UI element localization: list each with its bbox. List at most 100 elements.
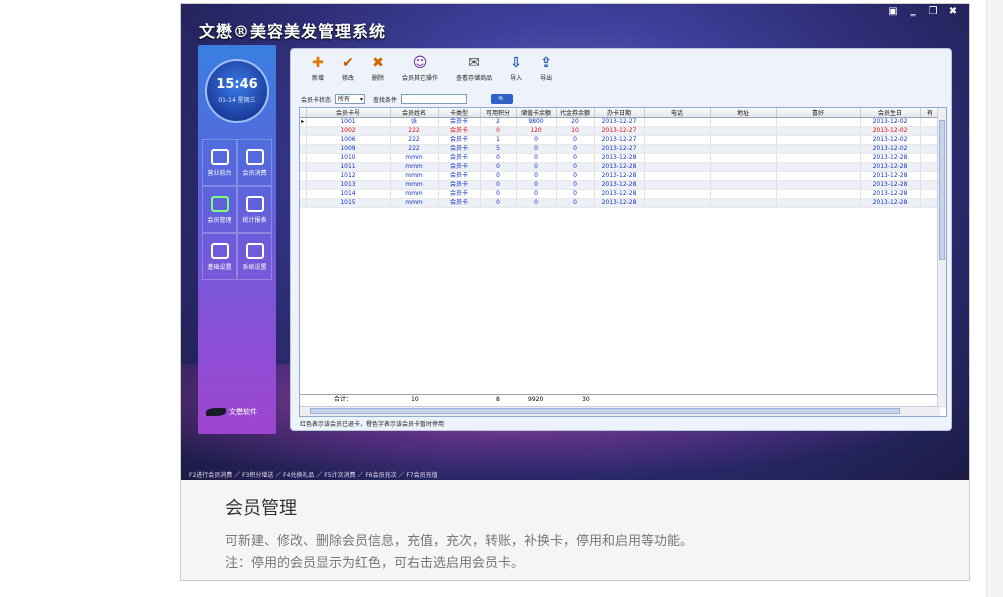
maximize-icon[interactable]: ❐ bbox=[923, 6, 943, 18]
table-row[interactable]: 1009 222 会员卡 5 0 0 2013-12-27 2013-12-02 bbox=[300, 144, 941, 154]
column-header[interactable]: 会员生日 bbox=[860, 108, 921, 118]
sidebar-item-label: 统计报表 bbox=[242, 216, 267, 224]
horizontal-scrollbar[interactable] bbox=[300, 406, 940, 416]
sidebar-item-label: 营业前台 bbox=[207, 169, 232, 177]
table-cell bbox=[710, 135, 777, 145]
column-header[interactable]: 储值卡余额 bbox=[516, 108, 557, 118]
toolbar-button[interactable]: ✉ 查看存储商品 bbox=[447, 55, 501, 82]
table-row[interactable]: 1010 mmm 会员卡 0 0 0 2013-12-28 2013-12-28 bbox=[300, 153, 941, 163]
table-cell: 2013-12-02 bbox=[860, 117, 921, 127]
table-row[interactable]: 1014 mmm 会员卡 0 0 0 2013-12-28 2013-12-28 bbox=[300, 189, 941, 199]
table-cell: 0 bbox=[516, 144, 557, 154]
toolbar-icon: ☺ bbox=[412, 55, 428, 71]
close-icon[interactable]: ✖ bbox=[943, 6, 963, 18]
table-cell: mmm bbox=[390, 171, 439, 181]
table-cell: 会员卡 bbox=[438, 180, 481, 190]
total-voucher: 30 bbox=[582, 396, 590, 403]
table-row[interactable]: 1015 mmm 会员卡 0 0 0 2013-12-28 2013-12-28 bbox=[300, 198, 941, 208]
horizontal-scroll-thumb[interactable] bbox=[310, 408, 900, 414]
toolbar-icon: ✖ bbox=[372, 55, 384, 71]
toolbar-icon: ✉ bbox=[468, 55, 480, 71]
table-cell bbox=[710, 189, 777, 199]
table-row[interactable]: 1012 mmm 会员卡 0 0 0 2013-12-28 2013-12-28 bbox=[300, 171, 941, 181]
sidebar-item-reports[interactable]: 统计报表 bbox=[237, 186, 272, 233]
member-panel: ✚ 新增 ✔ 修改 ✖ 删除 ☺ 会员其它操作 ✉ 查看存储商品 ⇩ 导入 ⇪ 导出 会员卡状态 所有 ▾… bbox=[290, 48, 952, 431]
table-row[interactable]: 1006 222 会员卡 1 0 0 2013-12-27 2013-12-02 bbox=[300, 135, 941, 145]
toolbar-button-label: 导出 bbox=[540, 75, 553, 82]
table-cell: 0 bbox=[556, 162, 595, 172]
column-header[interactable]: 可用积分 bbox=[480, 108, 517, 118]
table-cell: 0 bbox=[516, 189, 557, 199]
restore-icon[interactable]: ▣ bbox=[883, 6, 903, 18]
toolbar-button-label: 会员其它操作 bbox=[402, 75, 439, 82]
vertical-scrollbar[interactable] bbox=[937, 108, 946, 408]
table-cell: 会员卡 bbox=[438, 171, 481, 181]
table-row[interactable]: 1013 mmm 会员卡 0 0 0 2013-12-28 2013-12-28 bbox=[300, 180, 941, 190]
column-header[interactable]: 地址 bbox=[710, 108, 777, 118]
toolbar-button[interactable]: ✔ 修改 bbox=[333, 55, 363, 82]
table-cell: mmm bbox=[390, 180, 439, 190]
search-input[interactable] bbox=[401, 94, 468, 104]
table-row[interactable]: ▸ 1001 张会员卡 2 9800 20 2013-12-27 2013-12-02 bbox=[300, 117, 941, 127]
table-cell: 2013-12-27 bbox=[594, 144, 645, 154]
vertical-scroll-thumb[interactable] bbox=[939, 120, 945, 260]
table-cell: 1009 bbox=[306, 144, 391, 154]
table-cell: 会员卡 bbox=[438, 135, 481, 145]
table-row[interactable]: 1011 mmm 会员卡 0 0 0 2013-12-28 2013-12-28 bbox=[300, 162, 941, 172]
minimize-icon[interactable]: ‗ bbox=[903, 6, 923, 18]
table-cell: 2013-12-28 bbox=[860, 189, 921, 199]
toolbar-button[interactable]: ✖ 删除 bbox=[363, 55, 393, 82]
table-cell: 2013-12-27 bbox=[594, 117, 645, 127]
sidebar-item-front-desk[interactable]: 营业前台 bbox=[202, 139, 237, 186]
sidebar-item-member-manage[interactable]: 会员管理 bbox=[202, 186, 237, 233]
column-header[interactable]: 代金券余额 bbox=[556, 108, 595, 118]
toolbar-button[interactable]: ⇩ 导入 bbox=[501, 55, 531, 82]
page-scrollbar[interactable] bbox=[986, 0, 1003, 597]
table-cell: 2013-12-28 bbox=[594, 198, 645, 208]
table-cell: 0 bbox=[480, 171, 517, 181]
table-cell: 张 bbox=[390, 117, 439, 127]
toolbar-button-label: 修改 bbox=[342, 75, 355, 82]
toolbar-button[interactable]: ☺ 会员其它操作 bbox=[393, 55, 447, 82]
wrench-icon bbox=[245, 242, 264, 259]
table-cell bbox=[776, 144, 861, 154]
sidebar-item-basic-settings[interactable]: 基础设置 bbox=[202, 233, 237, 280]
total-count: 10 bbox=[411, 396, 419, 403]
table-cell: 1006 bbox=[306, 135, 391, 145]
toolbar-button-label: 删除 bbox=[372, 75, 385, 82]
table-cell: 0 bbox=[480, 162, 517, 172]
column-header[interactable]: 办卡日期 bbox=[594, 108, 645, 118]
table-cell bbox=[710, 162, 777, 172]
table-cell: 2013-12-28 bbox=[860, 171, 921, 181]
column-header[interactable]: 电话 bbox=[644, 108, 711, 118]
sidebar-item-member-consume[interactable]: 会员消费 bbox=[237, 139, 272, 186]
table-cell: 0 bbox=[556, 189, 595, 199]
table-cell: 2013-12-27 bbox=[594, 126, 645, 136]
search-button[interactable]: 🔍 bbox=[491, 94, 514, 104]
section-title: 会员管理 bbox=[225, 498, 297, 519]
hotkey-hints: F2进行会员消费 ／ F3积分增送 ／ F4兑换礼品 ／ F5计次消费 ／ F6… bbox=[189, 472, 438, 479]
chevron-down-icon: ▾ bbox=[360, 96, 364, 103]
table-row[interactable]: 1002 222 会员卡 0 120 10 2013-12-27 2013-12-02 bbox=[300, 126, 941, 136]
toolbar-button[interactable]: ✚ 新增 bbox=[303, 55, 333, 82]
table-cell: 2013-12-02 bbox=[860, 144, 921, 154]
table-cell: 0 bbox=[556, 144, 595, 154]
column-header[interactable]: 喜好 bbox=[776, 108, 861, 118]
table-cell bbox=[776, 135, 861, 145]
column-header[interactable]: 卡类型 bbox=[438, 108, 481, 118]
sidebar-item-system-settings[interactable]: 系统设置 bbox=[237, 233, 272, 280]
table-cell: 2013-12-02 bbox=[860, 135, 921, 145]
column-header[interactable]: 会员姓名 bbox=[390, 108, 439, 118]
total-balance: 9920 bbox=[528, 396, 544, 403]
table-cell: 会员卡 bbox=[438, 198, 481, 208]
table-cell bbox=[644, 198, 711, 208]
status-filter-label: 会员卡状态 bbox=[301, 96, 332, 104]
table-cell bbox=[710, 144, 777, 154]
toolbar-button[interactable]: ⇪ 导出 bbox=[531, 55, 561, 82]
table-cell: 会员卡 bbox=[438, 162, 481, 172]
column-header[interactable]: 会员卡号 bbox=[306, 108, 391, 118]
total-points: 8 bbox=[496, 396, 500, 403]
status-filter-select[interactable]: 所有 ▾ bbox=[335, 94, 366, 104]
table-cell bbox=[644, 180, 711, 190]
table-cell: 120 bbox=[516, 126, 557, 136]
